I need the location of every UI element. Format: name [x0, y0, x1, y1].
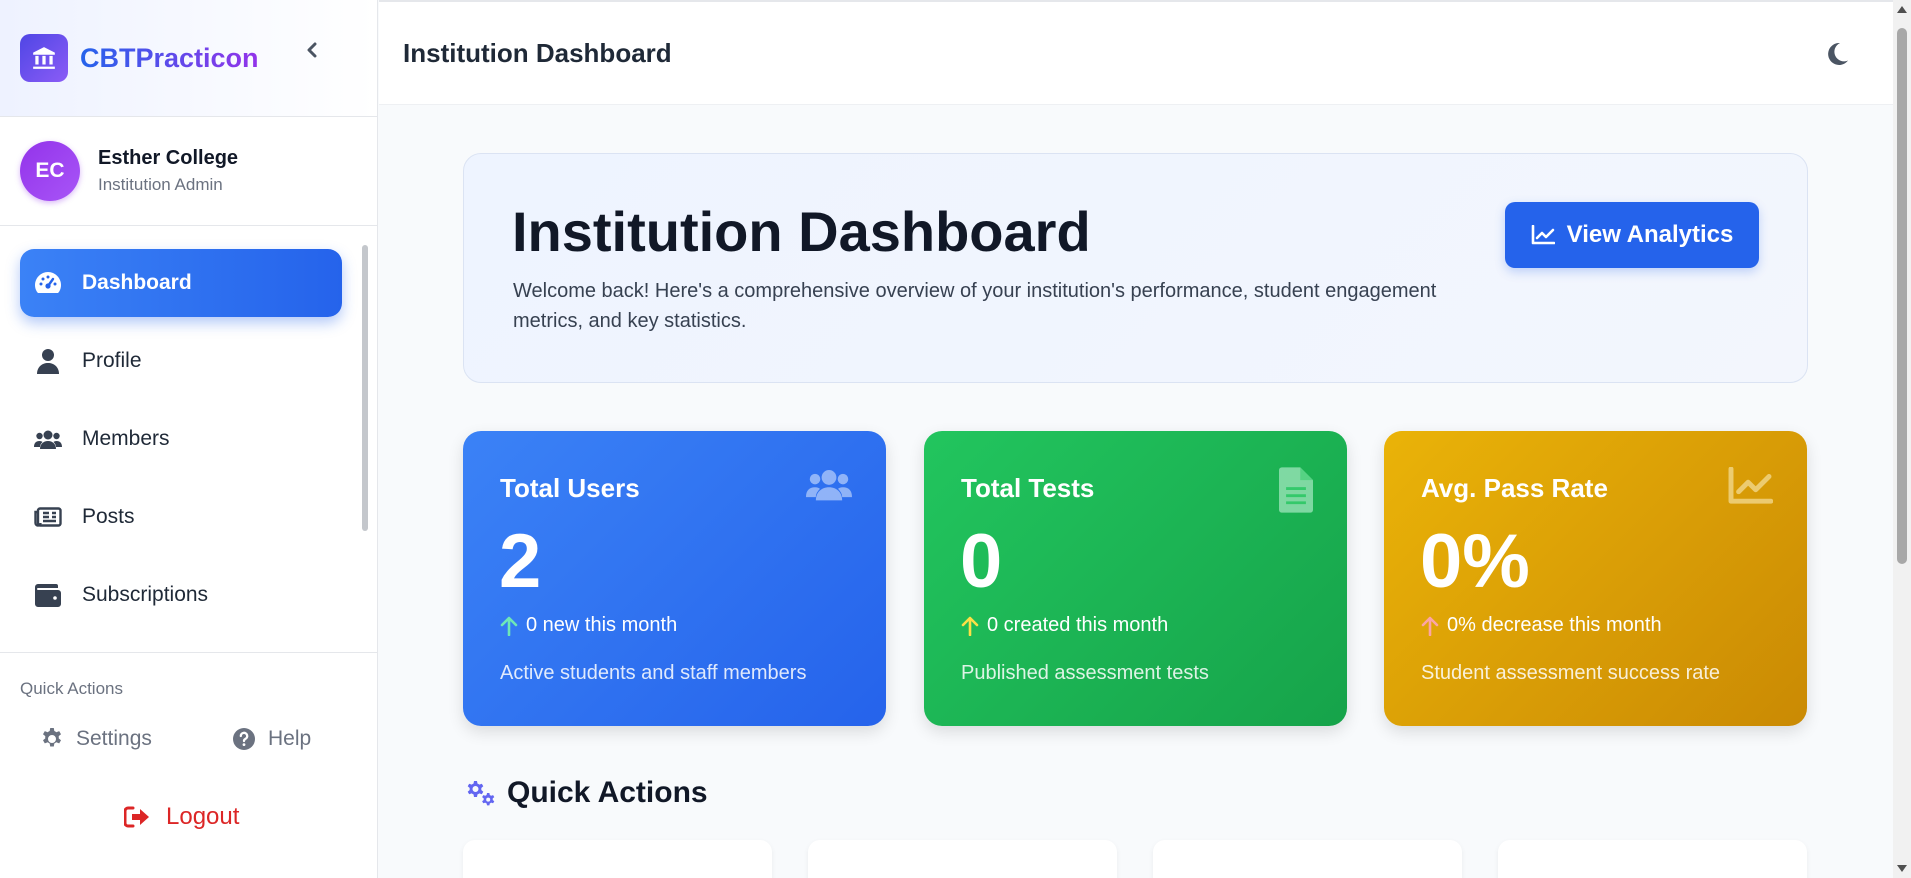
logout-button[interactable]: Logout — [124, 803, 239, 831]
user-icon — [34, 347, 62, 375]
stat-change-text: 0 new this month — [526, 614, 678, 636]
quick-action-card[interactable] — [1498, 840, 1807, 878]
sidebar-nav: Dashboard Profile Members Posts Subscrip… — [0, 227, 378, 652]
users-icon — [34, 425, 62, 453]
sidebar: CBTPracticon EC Esther College Instituti… — [0, 0, 378, 878]
quick-action-card[interactable] — [808, 840, 1117, 878]
help-icon — [232, 727, 256, 751]
stat-description: Published assessment tests — [961, 662, 1209, 684]
view-analytics-button[interactable]: View Analytics — [1505, 202, 1759, 268]
settings-link[interactable]: Settings — [40, 727, 152, 751]
user-role: Institution Admin — [98, 175, 223, 194]
scroll-down-arrow[interactable] — [1897, 865, 1907, 872]
quick-action-card[interactable] — [463, 840, 772, 878]
stat-change-text: 0 created this month — [987, 614, 1169, 636]
stat-value: 0% — [1420, 519, 1530, 604]
help-link[interactable]: Help — [232, 727, 311, 751]
arrow-up-icon — [500, 616, 518, 636]
sidebar-item-members[interactable]: Members — [20, 405, 342, 473]
stat-card-avg-pass-rate[interactable]: Avg. Pass Rate 0% 0% decrease this month… — [1384, 431, 1807, 726]
sidebar-item-posts[interactable]: Posts — [20, 483, 342, 551]
sidebar-item-dashboard[interactable]: Dashboard — [20, 249, 342, 317]
stat-title: Total Tests — [961, 473, 1095, 503]
logout-icon — [124, 806, 150, 828]
sidebar-item-label: Members — [82, 427, 170, 450]
sidebar-item-label: Profile — [82, 349, 142, 372]
sidebar-item-label: Posts — [82, 505, 135, 528]
institution-icon[interactable] — [20, 34, 68, 82]
avatar[interactable]: EC — [20, 141, 80, 201]
wallet-icon — [34, 581, 62, 609]
theme-toggle-button[interactable] — [1821, 38, 1853, 70]
gear-icon — [40, 727, 64, 751]
stat-title: Total Users — [500, 473, 640, 503]
sidebar-quick-actions: Quick Actions Settings Help Logout — [0, 652, 378, 878]
app-name[interactable]: CBTPracticon — [80, 43, 259, 74]
stat-description: Student assessment success rate — [1421, 662, 1721, 684]
stat-card-total-tests[interactable]: Total Tests 0 0 created this month Publi… — [924, 431, 1347, 726]
users-icon — [806, 467, 852, 506]
stat-change: 0 created this month — [961, 614, 1168, 637]
quick-action-card[interactable] — [1153, 840, 1462, 878]
logout-label: Logout — [166, 803, 240, 830]
chevron-left-icon — [307, 42, 317, 58]
view-analytics-label: View Analytics — [1566, 221, 1734, 248]
quick-actions-heading: Quick Actions — [463, 776, 708, 810]
stat-value: 2 — [499, 519, 542, 604]
top-header: Institution Dashboard — [379, 0, 1911, 105]
stat-change: 0 new this month — [500, 614, 677, 637]
stat-change-text: 0% decrease this month — [1447, 614, 1662, 636]
chart-line-icon — [1531, 225, 1555, 245]
dashboard-heading: Institution Dashboard — [512, 200, 1091, 263]
welcome-text: Welcome back! Here's a comprehensive ove… — [513, 280, 1437, 332]
stat-description: Active students and staff members — [500, 662, 807, 684]
page-title: Institution Dashboard — [403, 37, 672, 68]
scrollbar-thumb[interactable] — [1897, 28, 1907, 564]
gears-icon — [463, 779, 495, 807]
scroll-up-arrow[interactable] — [1897, 6, 1907, 13]
settings-label: Settings — [76, 727, 152, 750]
user-name: Esther College — [98, 147, 239, 169]
gauge-icon — [34, 269, 62, 297]
stat-card-total-users[interactable]: Total Users 2 0 new this month Active st… — [463, 431, 886, 726]
page-scrollbar[interactable] — [1893, 0, 1911, 878]
moon-icon — [1828, 42, 1848, 65]
sidebar-item-label: Dashboard — [82, 271, 192, 294]
collapse-sidebar-button[interactable] — [300, 38, 324, 62]
quick-actions-title: Quick Actions — [507, 776, 708, 809]
newspaper-icon — [34, 503, 62, 531]
help-label: Help — [268, 727, 312, 750]
sidebar-item-subscriptions[interactable]: Subscriptions — [20, 561, 342, 629]
chart-line-icon — [1727, 466, 1774, 510]
sidebar-item-profile[interactable]: Profile — [20, 327, 342, 395]
welcome-banner: Institution Dashboard Welcome back! Here… — [463, 153, 1808, 383]
scrollbar-thumb[interactable] — [362, 245, 368, 531]
stat-value: 0 — [960, 519, 1003, 604]
arrow-up-icon — [961, 616, 979, 636]
stat-change: 0% decrease this month — [1421, 614, 1662, 637]
arrow-up-icon — [1421, 616, 1439, 636]
document-icon — [1279, 467, 1313, 518]
brand-header: CBTPracticon — [0, 0, 377, 117]
sidebar-item-label: Subscriptions — [82, 583, 209, 606]
user-profile: EC Esther College Institution Admin — [0, 117, 377, 226]
sidebar-scrollbar[interactable] — [360, 227, 370, 652]
quick-actions-label: Quick Actions — [20, 679, 123, 698]
stat-title: Avg. Pass Rate — [1421, 473, 1608, 503]
